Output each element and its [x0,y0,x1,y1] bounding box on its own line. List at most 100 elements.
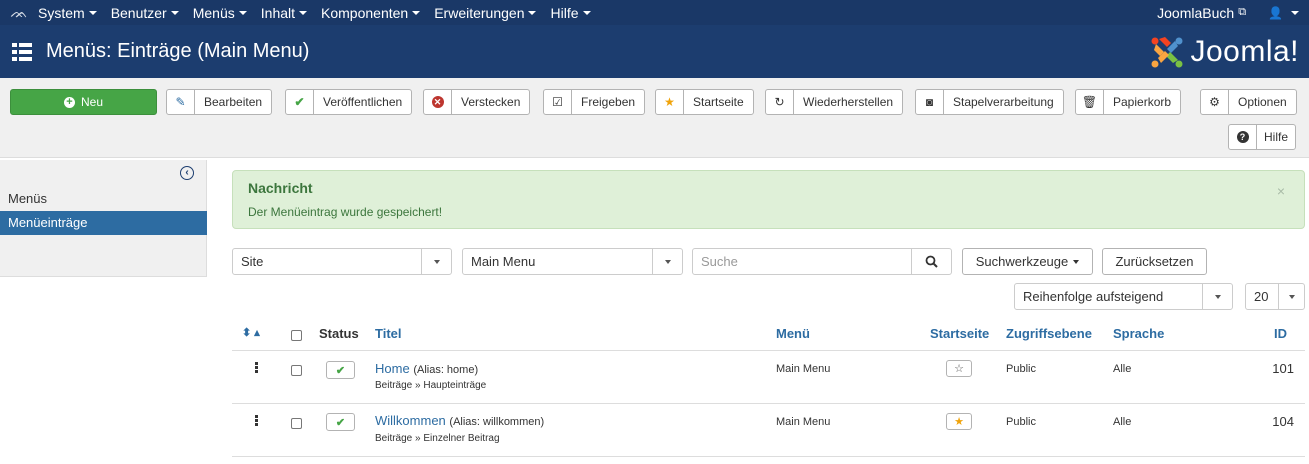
item-title-link[interactable]: Willkommen (Alias: willkommen) [375,413,544,428]
drag-handle-icon[interactable] [255,415,258,427]
batch-button[interactable]: ◙ Stapelverarbeitung [915,89,1064,115]
joomla-menu-icon[interactable]: ᨏ [0,4,38,21]
menu-komponenten[interactable]: Komponenten [321,4,421,21]
reset-label: Zurücksetzen [1115,254,1194,269]
publish-button[interactable]: ✔ Veröffentlichen [285,89,413,115]
search-box [692,248,952,275]
ordering-select[interactable]: Reihenfolge aufsteigend [1014,283,1233,310]
sidebar-item-menues[interactable]: Menüs [0,187,207,211]
sidebar: ‹ Menüs Menüeinträge [0,160,207,277]
status-published-button[interactable]: ✔ [326,361,355,379]
gear-icon: ⚙ [1201,90,1229,114]
limit-select-value: 20 [1254,289,1269,304]
new-label: Neu [80,95,103,109]
item-alias: (Alias: willkommen) [449,416,545,428]
column-header-status[interactable]: Status [319,326,359,341]
question-circle-icon: ? [1229,125,1257,149]
checkin-button[interactable]: ☑ Freigeben [543,89,646,115]
caret-down-icon [88,10,97,15]
alert-title: Nachricht [248,180,313,196]
menu-select[interactable]: Main Menu [462,248,683,275]
toolbar: + Neu ✎ Bearbeiten ✔ Veröffentlichen ✕ V… [0,78,1309,158]
select-all-checkbox[interactable] [291,330,302,341]
chevron-down-icon [1278,284,1304,309]
item-title: Home [375,361,410,376]
trash-label: Papierkorb [1113,95,1172,109]
caret-down-icon [299,10,308,15]
item-title-link[interactable]: Home (Alias: home) [375,361,478,376]
caret-down-icon [1073,259,1080,264]
publish-label: Veröffentlichen [323,95,403,109]
item-menu: Main Menu [776,363,831,375]
caret-down-icon [170,10,179,15]
limit-select[interactable]: 20 [1245,283,1305,310]
collapse-sidebar-icon[interactable]: ‹ [180,166,194,180]
item-language: Alle [1113,416,1132,428]
menu-label: System [38,4,85,21]
item-id: 104 [1272,414,1294,429]
row-checkbox[interactable] [291,365,302,376]
site-link[interactable]: JoomlaBuch ⧉ [1157,5,1246,21]
home-toggle-star-icon[interactable]: ☆ [946,360,972,377]
home-button[interactable]: ★ Startseite [655,89,754,115]
column-header-language[interactable]: Sprache [1113,326,1164,341]
close-icon[interactable]: × [1277,183,1285,199]
menu-label: Erweiterungen [434,4,525,21]
client-select-value: Site [241,254,264,269]
table-divider [232,350,1305,351]
menu-hilfe[interactable]: Hilfe [550,5,591,21]
chevron-down-icon [652,249,682,274]
help-button[interactable]: ? Hilfe [1228,124,1297,150]
home-default-star-icon[interactable]: ★ [946,413,972,430]
trash-icon: 🗑 [1076,90,1104,114]
table-divider [232,456,1305,457]
column-header-access[interactable]: Zugriffsebene [1006,326,1092,341]
options-button[interactable]: ⚙ Optionen [1200,89,1297,115]
trash-button[interactable]: 🗑 Papierkorb [1075,89,1182,115]
item-id: 101 [1272,361,1294,376]
search-tools-button[interactable]: Suchwerkzeuge [962,248,1093,275]
menu-benutzer[interactable]: Benutzer [111,5,179,21]
user-menu[interactable]: 👤 [1268,6,1299,20]
table-divider [232,403,1305,404]
chevron-down-icon [1202,284,1232,309]
checkin-label: Freigeben [581,95,636,109]
column-header-title[interactable]: Titel [375,326,402,341]
search-button[interactable] [911,249,951,274]
edit-label: Bearbeiten [204,95,263,109]
list-icon [12,42,32,61]
joomla-logo: Joomla! [1150,35,1299,69]
unpublish-button[interactable]: ✕ Verstecken [423,89,531,115]
drag-handle-icon[interactable] [255,362,258,374]
item-access: Public [1006,363,1036,375]
row-checkbox[interactable] [291,418,302,429]
star-icon: ★ [656,90,684,114]
rebuild-button[interactable]: ↻ Wiederherstellen [765,89,904,115]
new-button[interactable]: + Neu [10,89,157,115]
column-header-id[interactable]: ID [1274,326,1287,341]
checkbox-icon: ☑ [544,90,572,114]
menu-label: Menüs [192,4,235,21]
menu-select-value: Main Menu [471,254,536,269]
item-type: Beiträge » Einzelner Beitrag [375,433,500,444]
menu-menues[interactable]: Menüs [193,5,247,21]
caret-down-icon [412,10,421,15]
column-header-home[interactable]: Startseite [930,326,989,341]
client-select[interactable]: Site [232,248,452,275]
reset-button[interactable]: Zurücksetzen [1102,248,1207,275]
search-icon [925,255,938,268]
search-input[interactable] [693,249,908,274]
status-published-button[interactable]: ✔ [326,413,355,431]
menu-label: Komponenten [321,4,409,21]
sidebar-item-menueeintraege[interactable]: Menüeinträge [0,211,207,235]
item-menu: Main Menu [776,416,831,428]
menu-system[interactable]: System [38,5,97,21]
help-label: Hilfe [1264,130,1289,144]
sort-ordering-icon[interactable]: ⬍ ▴ [242,326,260,339]
menu-erweiterungen[interactable]: Erweiterungen [434,4,537,21]
menu-inhalt[interactable]: Inhalt [261,5,308,21]
caret-down-icon [528,10,537,15]
column-header-menu[interactable]: Menü [776,326,810,341]
user-icon: 👤 [1268,5,1283,20]
edit-button[interactable]: ✎ Bearbeiten [166,89,273,115]
